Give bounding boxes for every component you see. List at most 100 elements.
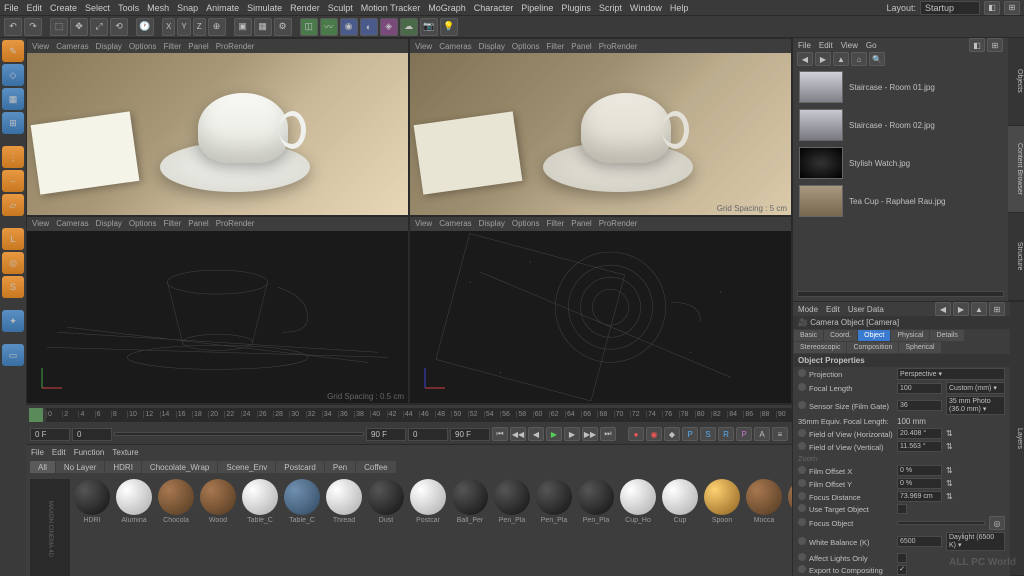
y-axis-lock[interactable]: Y <box>177 18 190 36</box>
mat-tab[interactable]: Postcard <box>276 461 324 473</box>
timeline-frame[interactable]: 2 <box>62 411 78 418</box>
vp-menu-prorender[interactable]: ProRender <box>599 219 638 228</box>
timeline-playhead[interactable] <box>29 408 43 422</box>
attr-picker-icon[interactable]: ◎ <box>989 516 1005 530</box>
coord-sys-icon[interactable]: ⊕ <box>208 18 226 36</box>
material-item[interactable]: Alumina <box>114 479 154 524</box>
z-axis-lock[interactable]: Z <box>193 18 206 36</box>
menu-help[interactable]: Help <box>670 3 689 13</box>
menu-script[interactable]: Script <box>599 3 622 13</box>
layers-side-tab[interactable]: Layers <box>1010 302 1024 576</box>
menu-pipeline[interactable]: Pipeline <box>521 3 553 13</box>
menu-sculpt[interactable]: Sculpt <box>328 3 353 13</box>
spinner-icon[interactable]: ⇅ <box>946 492 953 501</box>
keyframe-sel-icon[interactable]: ◆ <box>664 427 680 441</box>
menu-tools[interactable]: Tools <box>118 3 139 13</box>
attr-tab-basic[interactable]: Basic <box>794 330 823 341</box>
attr-checkbox[interactable] <box>897 565 907 575</box>
tweak-icon[interactable]: ✦ <box>2 310 24 332</box>
attr-tab-physical[interactable]: Physical <box>891 330 929 341</box>
goto-start-icon[interactable]: ⏮ <box>492 427 508 441</box>
mat-tab[interactable]: Coffee <box>356 461 395 473</box>
camera-icon[interactable]: 📷 <box>420 18 438 36</box>
browser-btn1[interactable]: ◧ <box>969 38 985 52</box>
vp-menu-panel[interactable]: Panel <box>188 219 208 228</box>
record-icon[interactable]: ● <box>628 427 644 441</box>
render-settings-icon[interactable]: ⚙ <box>274 18 292 36</box>
timeline-frame[interactable]: 86 <box>743 411 759 418</box>
vp-menu-prorender[interactable]: ProRender <box>216 219 255 228</box>
attr-field[interactable]: 20.408 ° <box>897 428 942 439</box>
texture-mode-icon[interactable]: ▦ <box>2 88 24 110</box>
prev-frame-icon[interactable]: ◀ <box>528 427 544 441</box>
prev-key-icon[interactable]: ◀◀ <box>510 427 526 441</box>
browser-menu-go[interactable]: Go <box>866 41 877 50</box>
attr-checkbox[interactable] <box>897 504 907 514</box>
deformer-icon[interactable]: ◈ <box>380 18 398 36</box>
point-mode-icon[interactable]: ⋮ <box>2 146 24 168</box>
vp-menu-filter[interactable]: Filter <box>546 42 564 51</box>
param-key-icon[interactable]: P <box>736 427 752 441</box>
menu-mesh[interactable]: Mesh <box>147 3 169 13</box>
x-axis-lock[interactable]: X <box>162 18 175 36</box>
material-item[interactable]: Cup_Ho <box>618 479 658 524</box>
timeline-frame[interactable]: 76 <box>662 411 678 418</box>
browser-menu-view[interactable]: View <box>841 41 858 50</box>
menu-animate[interactable]: Animate <box>206 3 239 13</box>
attr-nav-up[interactable]: ▲ <box>971 302 987 316</box>
browser-btn2[interactable]: ⊞ <box>987 38 1003 52</box>
browser-menu-file[interactable]: File <box>798 41 811 50</box>
browser-item[interactable]: Staircase - Room 02.jpg <box>795 106 1006 144</box>
browser-item[interactable]: Stylish Watch.jpg <box>795 144 1006 182</box>
timeline-opts-icon[interactable]: ≡ <box>772 427 788 441</box>
viewport-top-left[interactable]: ViewCamerasDisplayOptionsFilterPanelProR… <box>26 38 409 216</box>
side-tab-structure[interactable]: Structure <box>1008 213 1024 301</box>
material-item[interactable]: Pen_Pla <box>492 479 532 524</box>
attr-menu-edit[interactable]: Edit <box>826 305 840 314</box>
mat-tab[interactable]: All <box>30 461 55 473</box>
timeline-frame[interactable]: 42 <box>387 411 403 418</box>
goto-end-icon[interactable]: ⏭ <box>600 427 616 441</box>
vp-menu-prorender[interactable]: ProRender <box>599 42 638 51</box>
timeline-frame[interactable]: 68 <box>597 411 613 418</box>
timeline-frame[interactable]: 50 <box>451 411 467 418</box>
menu-edit[interactable]: Edit <box>27 3 43 13</box>
material-item[interactable]: Pen_Pla <box>576 479 616 524</box>
menu-snap[interactable]: Snap <box>177 3 198 13</box>
timeline-frame[interactable]: 54 <box>484 411 500 418</box>
model-mode-icon[interactable]: ◇ <box>2 64 24 86</box>
material-item[interactable]: Spoon <box>702 479 742 524</box>
attr-field[interactable]: 0 % <box>897 465 942 476</box>
render-pic-icon[interactable]: ▦ <box>254 18 272 36</box>
mat-menu-file[interactable]: File <box>31 448 44 457</box>
make-editable-icon[interactable]: ✎ <box>2 40 24 62</box>
browser-item[interactable]: Tea Cup - Raphael Rau.jpg <box>795 182 1006 220</box>
timeline-frame[interactable]: 10 <box>127 411 143 418</box>
timeline-frame[interactable]: 8 <box>111 411 127 418</box>
vp-menu-display[interactable]: Display <box>96 219 122 228</box>
vp-menu-prorender[interactable]: ProRender <box>216 42 255 51</box>
mat-tab[interactable]: Chocolate_Wrap <box>142 461 217 473</box>
material-item[interactable]: Dust <box>366 479 406 524</box>
timeline-frame[interactable]: 66 <box>581 411 597 418</box>
timeline-frame[interactable]: 6 <box>95 411 111 418</box>
next-key-icon[interactable]: ▶▶ <box>582 427 598 441</box>
attr-field[interactable]: 11.563 ° <box>897 441 942 452</box>
timeline-frame[interactable]: 30 <box>289 411 305 418</box>
material-item[interactable]: Table_C <box>282 479 322 524</box>
vp-menu-filter[interactable]: Filter <box>163 219 181 228</box>
side-tab-objects[interactable]: Objects <box>1008 38 1024 126</box>
attr-tab-spherical[interactable]: Spherical <box>899 342 940 353</box>
menu-simulate[interactable]: Simulate <box>247 3 282 13</box>
timeline-frame[interactable]: 36 <box>338 411 354 418</box>
material-item[interactable]: Ball_Per <box>450 479 490 524</box>
menu-select[interactable]: Select <box>85 3 110 13</box>
timeline-frame[interactable]: 62 <box>549 411 565 418</box>
environment-icon[interactable]: ☁ <box>400 18 418 36</box>
snap-icon[interactable]: ◎ <box>2 252 24 274</box>
menu-plugins[interactable]: Plugins <box>561 3 591 13</box>
br-home-icon[interactable]: ⌂ <box>851 52 867 66</box>
axis-mode-icon[interactable]: L <box>2 228 24 250</box>
scale-key-icon[interactable]: S <box>700 427 716 441</box>
br-up-icon[interactable]: ▲ <box>833 52 849 66</box>
